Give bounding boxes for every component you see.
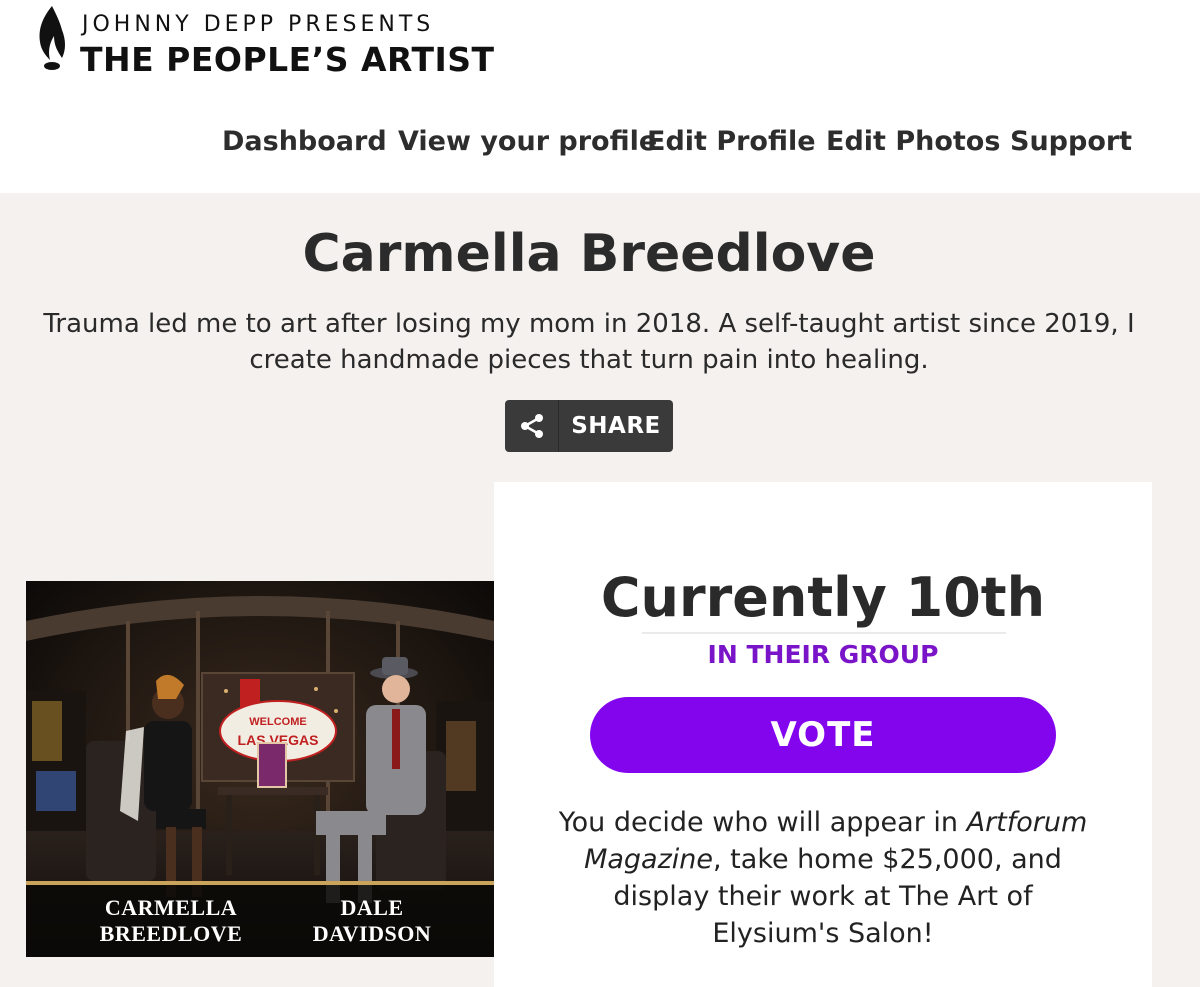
caption-host: DALE DAVIDSON [282,895,462,947]
interview-video[interactable]: WELCOME LAS VEGAS CARMELLA BREEDLOVE DAL… [26,581,494,957]
nav-dashboard[interactable]: Dashboard [222,126,387,157]
caption-guest-line1: CARMELLA [104,895,238,920]
main-nav: Dashboard View your profile Edit Profile… [0,126,1200,166]
nav-edit-photos[interactable]: Edit Photos [826,126,1000,157]
group-label: IN THEIR GROUP [707,640,939,669]
brand-title: THE PEOPLE’S ARTIST [80,40,495,79]
share-button[interactable]: SHARE [505,400,673,452]
vote-description: You decide who will appear in Artforum M… [558,804,1088,952]
rank-heading: Currently 10th [600,566,1046,629]
brand-presenter: JOHNNY DEPP PRESENTS [82,12,435,37]
rank-divider [642,632,1006,634]
caption-host-line2: DAVIDSON [312,921,432,946]
vote-card: Currently 10th IN THEIR GROUP VOTE You d… [494,482,1152,987]
site-logo[interactable]: JOHNNY DEPP PRESENTS THE PEOPLE’S ARTIST [34,4,494,80]
sign-line1: WELCOME [249,716,306,728]
flame-icon [39,6,65,70]
vote-desc-part1: You decide who will appear in [558,807,958,838]
caption-guest-line2: BREEDLOVE [99,921,243,946]
nav-view-profile[interactable]: View your profile [398,126,657,157]
artist-name: Carmella Breedlove [302,224,876,284]
nav-support[interactable]: Support [1010,126,1132,157]
site-header: JOHNNY DEPP PRESENTS THE PEOPLE’S ARTIST… [0,0,1200,193]
vote-button[interactable]: VOTE [590,697,1056,773]
caption-host-line1: DALE [340,895,404,920]
share-label: SHARE [571,413,661,439]
artist-bio: Trauma led me to art after losing my mom… [43,309,1135,375]
share-icon [505,400,559,452]
caption-guest: CARMELLA BREEDLOVE [86,895,256,947]
nav-edit-profile[interactable]: Edit Profile [647,126,816,157]
